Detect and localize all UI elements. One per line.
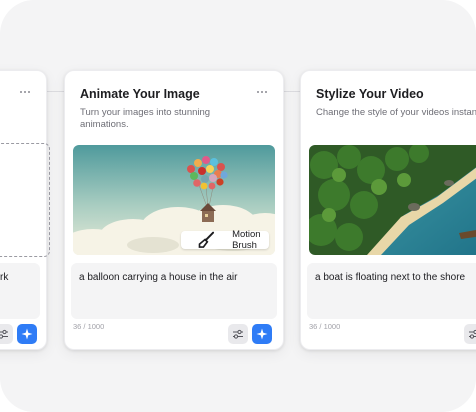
video-thumbnail[interactable]	[309, 145, 476, 255]
card-description: Change the style of your videos instantl…	[316, 107, 476, 118]
sliders-icon	[469, 329, 476, 339]
workflow-canvas: rk Animate Your Image Turn your images i…	[0, 0, 476, 412]
sliders-icon	[0, 329, 8, 339]
card-title: Stylize Your Video	[316, 87, 424, 101]
settings-button[interactable]	[464, 324, 476, 344]
card-connector	[283, 91, 301, 92]
settings-button[interactable]	[0, 324, 13, 344]
settings-button[interactable]	[228, 324, 248, 344]
prompt-input[interactable]: a balloon carrying a house in the air	[71, 263, 277, 319]
sparkle-icon	[21, 328, 33, 340]
prompt-input[interactable]: a boat is floating next to the shore	[307, 263, 476, 319]
prompt-text: a boat is floating next to the shore	[315, 272, 466, 283]
image-thumbnail[interactable]: Motion Brush	[73, 145, 275, 255]
sparkle-icon	[256, 328, 268, 340]
card-title: Animate Your Image	[80, 87, 200, 101]
prompt-text: a balloon carrying a house in the air	[79, 272, 238, 283]
char-counter: 36 / 1000	[309, 322, 341, 331]
card-description: Turn your images into stunning animation…	[80, 107, 211, 130]
more-horizontal-icon[interactable]	[16, 83, 34, 101]
more-horizontal-icon[interactable]	[253, 83, 271, 101]
badge-label: Motion Brush	[232, 229, 261, 251]
generate-button[interactable]	[252, 324, 272, 344]
char-counter: 36 / 1000	[73, 322, 105, 331]
card-connector	[47, 91, 64, 92]
prompt-input[interactable]: rk	[0, 263, 40, 319]
motion-brush-button[interactable]: Motion Brush	[181, 229, 269, 251]
brush-icon	[198, 231, 215, 248]
prompt-text: rk	[0, 272, 9, 283]
card-text-to-video[interactable]: rk	[0, 70, 50, 350]
card-animate-image[interactable]: Animate Your Image Turn your images into…	[64, 70, 284, 350]
card-stylize-video[interactable]: Stylize Your Video Change the style of y…	[300, 70, 476, 350]
island-shore-image	[309, 145, 476, 255]
sliders-icon	[233, 329, 243, 339]
generate-button[interactable]	[17, 324, 37, 344]
upload-dropzone[interactable]	[0, 143, 50, 257]
